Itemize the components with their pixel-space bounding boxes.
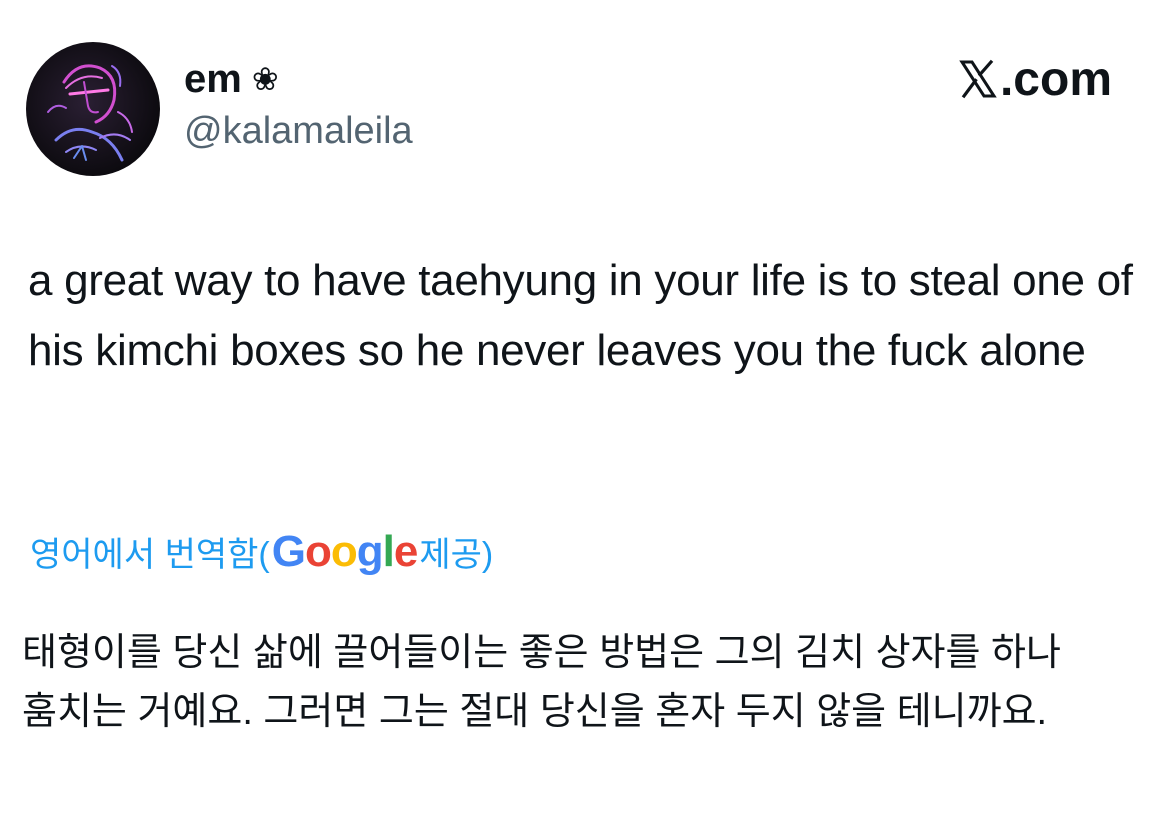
- translated-tweet-text: 태형이를 당신 삶에 끌어들이는 좋은 방법은 그의 김치 상자를 하나 훔치는…: [22, 632, 1061, 733]
- author-names: em ❀ @kalamaleila: [184, 56, 413, 154]
- x-logo-icon: [959, 59, 997, 99]
- author-handle[interactable]: @kalamaleila: [184, 108, 413, 154]
- brand-watermark: .com: [958, 52, 1112, 108]
- display-name-text: em: [184, 57, 242, 101]
- tweet-text: a great way to have taehyung in your lif…: [28, 256, 1133, 375]
- tweet-header: em ❀ @kalamaleila .com: [26, 42, 1126, 176]
- avatar[interactable]: [26, 42, 160, 176]
- google-logo: Google: [271, 527, 419, 576]
- translation-label-prefix: 영어에서 번역함(: [30, 536, 270, 574]
- translation-attribution[interactable]: 영어에서 번역함( Google 제공): [30, 528, 493, 579]
- translation-label-suffix: 제공): [419, 536, 494, 574]
- author-display-name[interactable]: em ❀: [184, 56, 413, 102]
- flower-icon: ❀: [251, 61, 279, 97]
- brand-domain-label: .com: [999, 53, 1112, 106]
- neon-figure-avatar-icon: [47, 64, 133, 162]
